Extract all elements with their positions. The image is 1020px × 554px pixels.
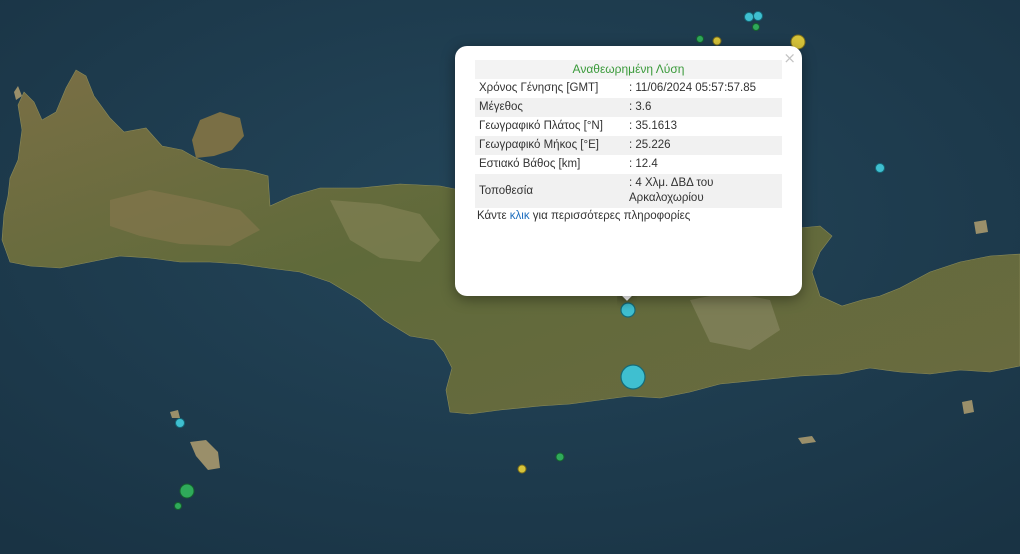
magnitude-label: Μέγεθος (475, 98, 625, 117)
table-row: Γεωγραφικό Πλάτος [°N] : 35.1613 (475, 117, 782, 136)
quake-marker-yellow[interactable] (712, 36, 722, 46)
latitude-label: Γεωγραφικό Πλάτος [°N] (475, 117, 625, 136)
longitude-value: : 25.226 (625, 136, 782, 155)
more-info-link[interactable]: κλικ (510, 210, 530, 222)
more-prefix: Κάντε (477, 210, 510, 222)
longitude-label: Γεωγραφικό Μήκος [°E] (475, 136, 625, 155)
location-value: : 4 Χλμ. ΔΒΔ του Αρκαλοχωρίου (625, 174, 782, 208)
location-label: Τοποθεσία (475, 174, 625, 208)
depth-label: Εστιακό Βάθος [km] (475, 155, 625, 174)
table-row: Τοποθεσία : 4 Χλμ. ΔΒΔ του Αρκαλοχωρίου (475, 174, 782, 208)
quake-marker[interactable] (875, 163, 885, 173)
quake-marker-green[interactable] (752, 23, 760, 31)
magnitude-value: : 3.6 (625, 98, 782, 117)
table-row: Γεωγραφικό Μήκος [°E] : 25.226 (475, 136, 782, 155)
earthquake-popup: × Αναθεωρημένη Λύση Χρόνος Γένησης [GMT]… (455, 46, 802, 296)
info-table: Χρόνος Γένησης [GMT] : 11/06/2024 05:57:… (475, 79, 782, 208)
latitude-value: : 35.1613 (625, 117, 782, 136)
small-island-3 (962, 400, 974, 414)
table-row: Εστιακό Βάθος [km] : 12.4 (475, 155, 782, 174)
quake-marker-large[interactable] (620, 364, 646, 390)
quake-marker-green[interactable] (696, 35, 704, 43)
quake-marker[interactable] (175, 418, 185, 428)
more-info-text: Κάντε κλικ για περισσότερες πληροφορίες (475, 210, 782, 222)
close-icon[interactable]: × (783, 50, 796, 66)
more-suffix: για περισσότερες πληροφορίες (529, 210, 691, 222)
quake-marker-yellow[interactable] (517, 464, 527, 474)
quake-marker[interactable] (753, 11, 763, 21)
table-row: Χρόνος Γένησης [GMT] : 11/06/2024 05:57:… (475, 79, 782, 98)
quake-marker-green[interactable] (179, 483, 195, 499)
depth-value: : 12.4 (625, 155, 782, 174)
popup-title: Αναθεωρημένη Λύση (475, 60, 782, 79)
origin-time-value: : 11/06/2024 05:57:57.85 (625, 79, 782, 98)
table-row: Μέγεθος : 3.6 (475, 98, 782, 117)
small-island-4 (974, 220, 988, 234)
quake-marker-green[interactable] (555, 452, 565, 462)
quake-marker-green[interactable] (174, 502, 182, 510)
origin-time-label: Χρόνος Γένησης [GMT] (475, 79, 625, 98)
quake-marker[interactable] (744, 12, 754, 22)
